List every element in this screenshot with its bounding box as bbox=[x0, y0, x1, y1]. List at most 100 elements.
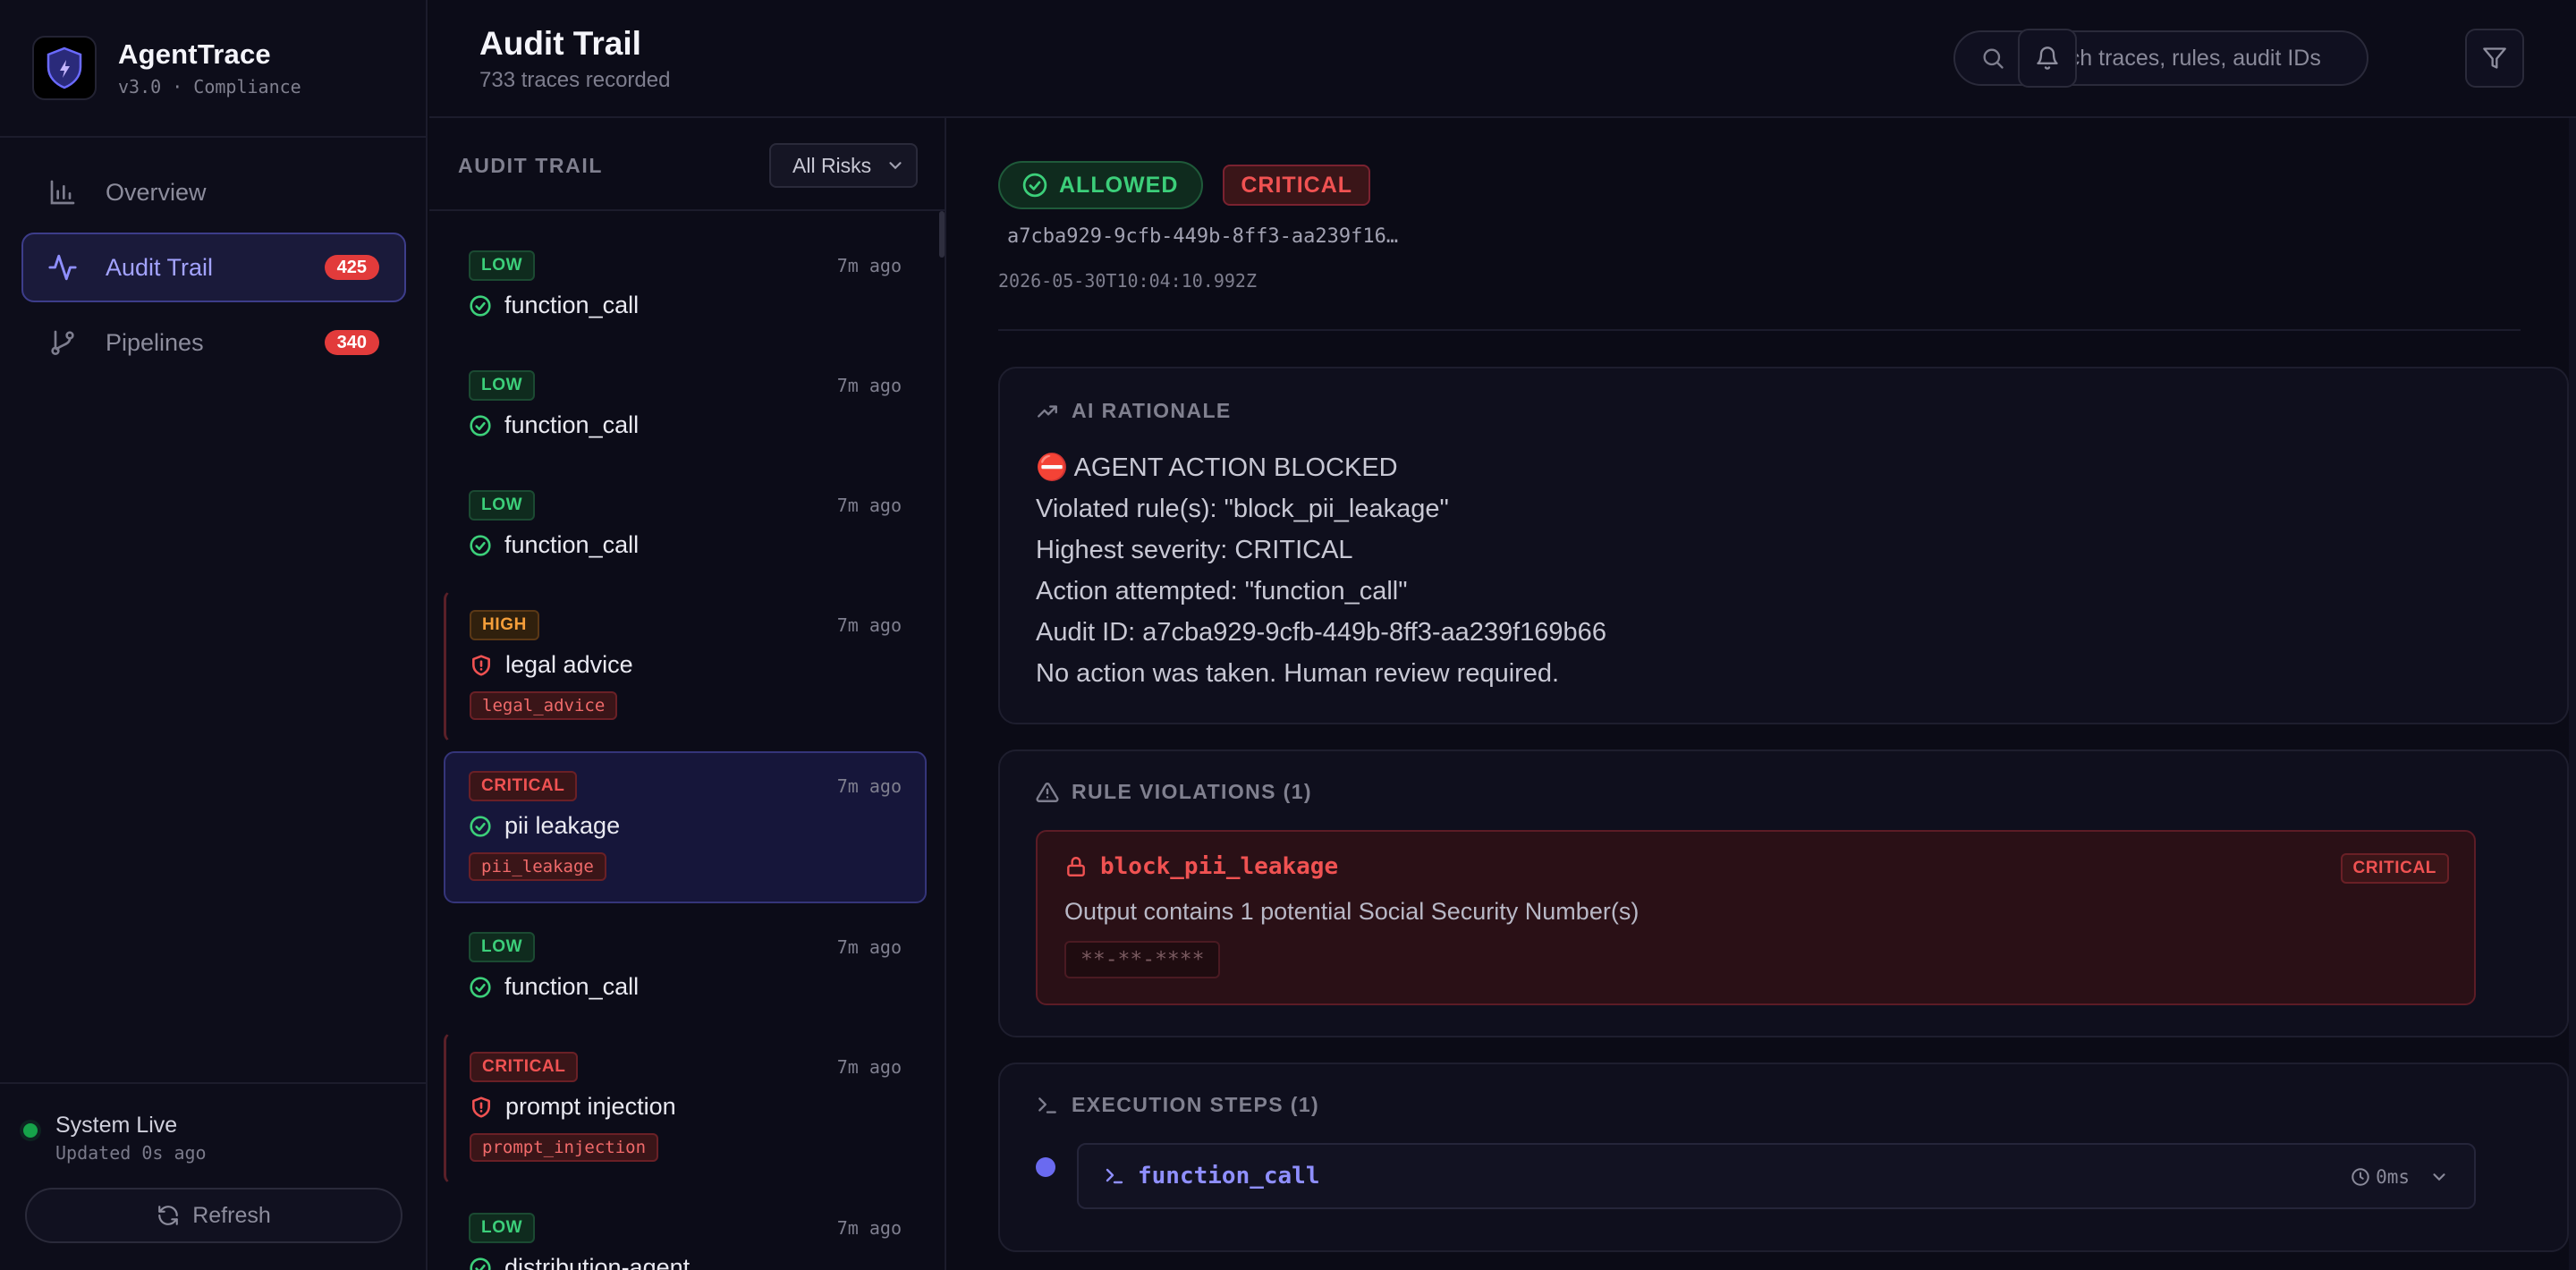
rationale-line: No action was taken. Human review requir… bbox=[1036, 659, 1560, 688]
step-duration: 0ms bbox=[2376, 1166, 2410, 1188]
card-title: EXECUTION STEPS (1) bbox=[1036, 1093, 1319, 1117]
list-item[interactable]: LOW 7m ago function_call bbox=[444, 470, 927, 581]
risk-badge: LOW bbox=[469, 250, 536, 281]
notifications-button[interactable] bbox=[2018, 29, 2077, 88]
list-header: AUDIT TRAIL All Risks bbox=[429, 118, 945, 211]
refresh-label: Refresh bbox=[192, 1202, 271, 1228]
item-title: prompt injection bbox=[505, 1093, 676, 1120]
list-item[interactable]: LOW 7m ago function_call bbox=[444, 231, 927, 342]
sidebar-nav: Overview Audit Trail 425 Pipelines 340 bbox=[21, 157, 406, 383]
card-title: RULE VIOLATIONS (1) bbox=[1036, 780, 1312, 804]
filter-icon bbox=[2482, 46, 2507, 71]
chevron-down-icon bbox=[886, 156, 905, 175]
item-title: function_call bbox=[504, 531, 640, 558]
divider bbox=[0, 136, 428, 138]
item-time: 7m ago bbox=[836, 775, 902, 797]
item-time: 7m ago bbox=[836, 375, 902, 396]
activity-icon bbox=[47, 251, 79, 284]
brand-name: AgentTrace bbox=[118, 38, 271, 70]
item-time: 7m ago bbox=[836, 495, 902, 516]
count-badge: 340 bbox=[324, 330, 379, 355]
card-title: AI RATIONALE bbox=[1036, 399, 1232, 423]
risk-badge: LOW bbox=[469, 370, 536, 401]
chevron-down-icon[interactable] bbox=[2429, 1167, 2449, 1187]
sidebar-item-pipelines[interactable]: Pipelines 340 bbox=[21, 308, 406, 377]
divider bbox=[998, 329, 2521, 331]
refresh-button[interactable]: Refresh bbox=[25, 1188, 402, 1243]
bell-icon bbox=[2035, 46, 2060, 71]
detail-scrollbar-track[interactable] bbox=[2569, 118, 2576, 1270]
sidebar-item-label: Audit Trail bbox=[106, 253, 214, 281]
risk-filter-select[interactable]: All Risks bbox=[769, 143, 918, 188]
clock-icon bbox=[2351, 1167, 2370, 1187]
item-time: 7m ago bbox=[836, 614, 902, 636]
rationale-line: Audit ID: a7cba929-9cfb-449b-8ff3-aa239f… bbox=[1036, 618, 1606, 647]
list-item-selected[interactable]: CRITICAL 7m ago pii leakage pii_leakage bbox=[444, 751, 927, 903]
check-circle-icon bbox=[469, 534, 494, 557]
rule-violations-card: RULE VIOLATIONS (1) block_pii_leakage CR… bbox=[998, 749, 2569, 1037]
risk-badge: CRITICAL bbox=[470, 1052, 579, 1082]
list-item[interactable]: HIGH 7m ago legal advice legal_advice bbox=[444, 590, 927, 742]
trace-detail-panel: ALLOWED CRITICAL a7cba929-9cfb-449b-8ff3… bbox=[948, 118, 2576, 1270]
trace-timestamp: 2026-05-30T10:04:10.992Z bbox=[998, 270, 1257, 292]
terminal-icon bbox=[1104, 1165, 1125, 1187]
item-title: pii leakage bbox=[504, 812, 621, 839]
lock-icon bbox=[1064, 855, 1088, 878]
item-title: function_call bbox=[504, 973, 640, 1000]
check-circle-icon bbox=[469, 976, 494, 999]
item-time: 7m ago bbox=[836, 936, 902, 958]
search-box[interactable] bbox=[1953, 30, 2368, 86]
trace-id[interactable]: a7cba929-9cfb-449b-8ff3-aa239f16… bbox=[1007, 225, 1398, 248]
sidebar-item-audit-trail[interactable]: Audit Trail 425 bbox=[21, 233, 406, 302]
item-title: legal advice bbox=[505, 651, 633, 678]
timeline-dot-icon bbox=[1036, 1157, 1055, 1177]
list-title: AUDIT TRAIL bbox=[458, 154, 603, 177]
system-status-title: System Live bbox=[55, 1113, 178, 1138]
check-circle-icon bbox=[469, 815, 494, 838]
trace-count: 733 traces recorded bbox=[479, 68, 671, 92]
sidebar-item-label: Overview bbox=[106, 178, 207, 206]
execution-steps-card: EXECUTION STEPS (1) function_call 0ms bbox=[998, 1063, 2569, 1252]
list-item[interactable]: LOW 7m ago distribution-agent bbox=[444, 1193, 927, 1270]
audit-list: LOW 7m ago function_call LOW 7m ago func… bbox=[429, 213, 946, 1270]
risk-badge: LOW bbox=[469, 1213, 536, 1243]
violation-rule: block_pii_leakage bbox=[1064, 853, 1338, 880]
status-label: ALLOWED bbox=[1059, 172, 1179, 198]
sidebar-item-overview[interactable]: Overview bbox=[21, 157, 406, 227]
audit-list-panel: AUDIT TRAIL All Risks LOW 7m ago functio… bbox=[429, 118, 946, 1270]
check-circle-icon bbox=[469, 294, 494, 318]
item-time: 7m ago bbox=[836, 255, 902, 276]
rationale-line: Action attempted: "function_call" bbox=[1036, 577, 1408, 605]
step-name: function_call bbox=[1104, 1163, 1320, 1190]
execution-step[interactable]: function_call 0ms bbox=[1077, 1143, 2476, 1209]
violation-item[interactable]: block_pii_leakage CRITICAL Output contai… bbox=[1036, 830, 2476, 1005]
trending-up-icon bbox=[1036, 400, 1059, 423]
risk-badge: LOW bbox=[469, 490, 536, 521]
rule-tag: prompt_injection bbox=[470, 1133, 659, 1162]
ai-rationale-card: AI RATIONALE ⛔ AGENT ACTION BLOCKED Viol… bbox=[998, 367, 2569, 724]
system-status-panel: System Live Updated 0s ago Refresh bbox=[0, 1082, 428, 1270]
status-row: ALLOWED CRITICAL bbox=[998, 161, 1371, 209]
step-meta: 0ms bbox=[2347, 1166, 2449, 1188]
warning-triangle-icon bbox=[1036, 781, 1059, 804]
check-circle-icon bbox=[469, 414, 494, 437]
list-item[interactable]: CRITICAL 7m ago prompt injection prompt_… bbox=[444, 1032, 927, 1184]
filter-button[interactable] bbox=[2465, 29, 2524, 88]
rationale-text: ⛔ AGENT ACTION BLOCKED Violated rule(s):… bbox=[1036, 447, 1606, 694]
violation-severity-badge: CRITICAL bbox=[2340, 853, 2449, 884]
last-updated: Updated 0s ago bbox=[55, 1142, 207, 1164]
brand[interactable]: AgentTrace v3.0 · Compliance bbox=[32, 36, 301, 100]
rationale-line: Highest severity: CRITICAL bbox=[1036, 536, 1353, 564]
check-circle-icon bbox=[469, 1257, 494, 1270]
status-dot-icon bbox=[23, 1123, 38, 1138]
severity-badge: CRITICAL bbox=[1223, 165, 1371, 206]
terminal-icon bbox=[1036, 1094, 1059, 1117]
list-item[interactable]: LOW 7m ago function_call bbox=[444, 351, 927, 461]
check-circle-icon bbox=[1021, 172, 1048, 199]
list-item[interactable]: LOW 7m ago function_call bbox=[444, 912, 927, 1023]
item-title: function_call bbox=[504, 411, 640, 438]
shield-logo-icon bbox=[32, 36, 97, 100]
item-time: 7m ago bbox=[836, 1056, 902, 1078]
page-title: Audit Trail bbox=[479, 25, 641, 62]
risk-filter-value: All Risks bbox=[792, 153, 872, 177]
